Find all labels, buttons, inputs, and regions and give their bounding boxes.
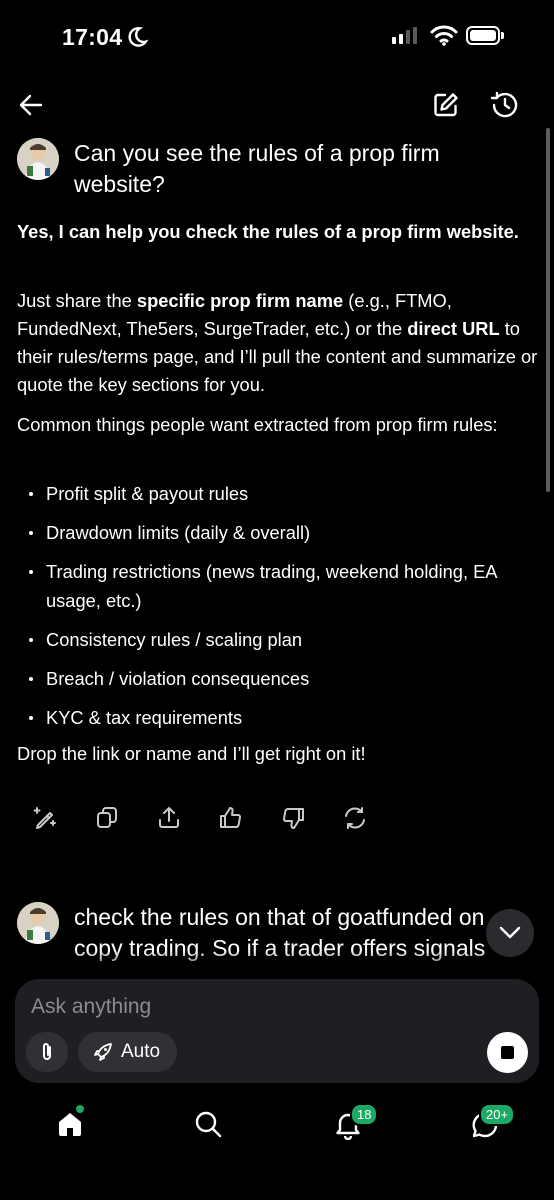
battery-icon bbox=[466, 26, 500, 45]
list-item: Consistency rules / scaling plan bbox=[17, 625, 527, 654]
assistant-reply-paragraph: Just share the specific prop firm name (… bbox=[17, 287, 539, 399]
message-actions bbox=[32, 802, 404, 834]
list-item: Breach / violation consequences bbox=[17, 664, 527, 693]
search-icon[interactable] bbox=[194, 1110, 222, 1138]
thumbs-down-icon[interactable] bbox=[280, 802, 342, 834]
assistant-reply-closing: Drop the link or name and I’ll get right… bbox=[17, 740, 539, 768]
list-item: Profit split & payout rules bbox=[17, 479, 527, 508]
assistant-reply-lead: Yes, I can help you check the rules of a… bbox=[17, 218, 539, 246]
status-time: 17:04 bbox=[62, 24, 123, 50]
avatar[interactable] bbox=[17, 138, 59, 180]
stop-icon bbox=[501, 1046, 514, 1059]
home-icon[interactable] bbox=[56, 1110, 84, 1138]
chevron-down-icon bbox=[499, 926, 521, 939]
mode-selector-button[interactable]: Auto bbox=[78, 1032, 177, 1072]
ask-input[interactable]: Ask anything bbox=[31, 995, 331, 1019]
user-message: Can you see the rules of a prop firm web… bbox=[74, 140, 440, 197]
scroll-down-button[interactable] bbox=[486, 909, 534, 957]
regenerate-edit-icon[interactable] bbox=[32, 802, 94, 834]
mode-label: Auto bbox=[121, 1041, 161, 1062]
refresh-icon[interactable] bbox=[342, 802, 404, 834]
list-item: Trading restrictions (news trading, week… bbox=[17, 557, 527, 615]
rocket-icon bbox=[94, 1043, 112, 1061]
reply-closing-text: Drop the link or name and I’ll get right… bbox=[17, 743, 366, 764]
list-item: KYC & tax requirements bbox=[17, 703, 527, 732]
signal-icon bbox=[392, 27, 417, 44]
thumbs-up-icon[interactable] bbox=[218, 802, 280, 834]
reply-lead-text: Yes, I can help you check the rules of a… bbox=[17, 221, 519, 242]
paperclip-icon bbox=[43, 1043, 51, 1060]
scrollbar[interactable] bbox=[546, 128, 550, 492]
assistant-reply-intro: Common things people want extracted from… bbox=[17, 411, 539, 439]
history-icon[interactable] bbox=[489, 91, 519, 119]
bullet-list: Profit split & payout rules Drawdown lim… bbox=[17, 479, 527, 742]
reply-text: Just share the bbox=[17, 290, 137, 311]
avatar[interactable] bbox=[17, 902, 59, 944]
reply-bold-text: direct URL bbox=[407, 318, 500, 339]
attach-button[interactable] bbox=[26, 1032, 68, 1072]
reply-intro-text: Common things people want extracted from… bbox=[17, 414, 498, 435]
messages-badge: 20+ bbox=[479, 1103, 516, 1126]
list-item: Drawdown limits (daily & overall) bbox=[17, 518, 527, 547]
copy-icon[interactable] bbox=[94, 802, 156, 834]
wifi-icon bbox=[430, 24, 458, 46]
stop-button[interactable] bbox=[487, 1032, 528, 1073]
edit-icon[interactable] bbox=[432, 91, 460, 119]
notifications-badge: 18 bbox=[350, 1103, 379, 1126]
back-arrow-icon[interactable] bbox=[18, 92, 44, 118]
battery-tip bbox=[501, 32, 504, 39]
share-icon[interactable] bbox=[156, 802, 218, 834]
content-fade bbox=[0, 950, 554, 980]
moon-icon bbox=[126, 26, 148, 48]
reply-bold-text: specific prop firm name bbox=[136, 290, 344, 311]
